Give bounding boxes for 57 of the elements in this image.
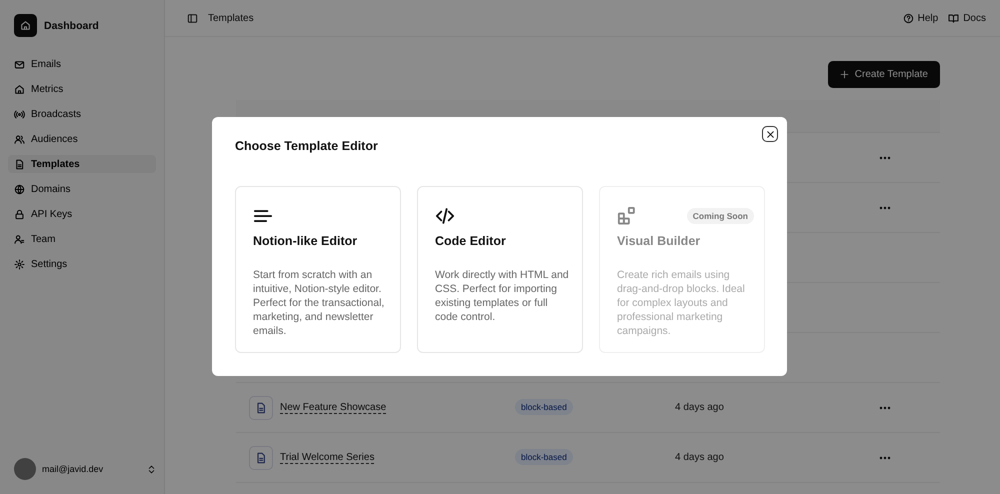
coming-soon-badge: Coming Soon [686,208,754,224]
logo[interactable] [14,14,37,37]
globe-icon [14,184,25,194]
book-icon [948,12,960,24]
template-name[interactable]: Trial Welcome Series [280,452,374,464]
lock-icon [14,208,25,220]
more-icon[interactable] [879,206,891,210]
option-description: Start from scratch with an intuitive, Notion-style editor. Perfect for the transactional, marketing, and newsletter emails. [253,268,386,338]
users-icon [14,134,25,144]
brand-name: Dashboard [44,20,99,32]
house-icon [20,20,31,31]
document-icon [255,452,267,464]
sidebar-toggle-icon[interactable] [187,12,198,24]
avatar [14,458,36,480]
option-title: Notion-like Editor [253,233,358,249]
document-icon [14,158,25,170]
user-icon [14,234,25,244]
code-icon [435,206,455,226]
more-icon[interactable] [879,156,891,160]
envelope-icon [14,58,25,70]
editor-option-card[interactable]: Code Editor Work directly with HTML and CSS. Perfect for importing existing templates or full code control. [417,186,583,353]
blocks-icon [617,206,637,226]
close-button[interactable] [762,126,778,142]
sidebar-item[interactable]: Audiences [8,130,156,148]
more-icon[interactable] [879,456,891,460]
user-email: mail@javid.dev [42,464,104,474]
sidebar-item[interactable]: Templates [8,155,156,173]
sidebar-item[interactable]: Settings [8,255,156,273]
breadcrumb: Templates [208,12,254,24]
created-date: 4 days ago [675,402,725,413]
header-link[interactable]: Help [902,12,938,24]
broadcast-icon [14,108,25,120]
template-name[interactable]: New Feature Showcase [280,402,386,414]
editor-tag: block-based [515,449,573,465]
close-icon [766,130,774,138]
create-template-button[interactable]: Create Template [828,61,940,88]
sidebar-item[interactable]: Domains [8,180,156,198]
house-icon [14,84,25,94]
editor-tag: block-based [515,399,573,415]
help-icon [902,12,914,24]
editor-option-card[interactable]: Notion-like Editor Start from scratch with an intuitive, Notion-style editor. Perfect for the transactional, marketing, and newsletter emails. [235,186,401,353]
more-icon[interactable] [879,406,891,410]
sidebar-item[interactable]: Team [8,230,156,248]
created-date: 4 days ago [675,452,725,463]
dialog-title: Choose Template Editor [235,138,379,154]
chevron-updown-icon[interactable] [147,464,156,474]
sidebar-item[interactable]: Metrics [8,80,156,98]
option-description: Create rich emails using drag-and-drop blocks. Ideal for complex layouts and professional marketing campaigns. [617,268,746,338]
plus-icon [840,70,849,79]
option-title: Visual Builder [617,233,702,249]
sidebar-item[interactable]: Emails [8,55,156,73]
sidebar-item[interactable]: Broadcasts [8,105,156,123]
header-link[interactable]: Docs [948,12,986,24]
document-icon [255,402,267,414]
sidebar-item[interactable]: API Keys [8,205,156,223]
option-description: Work directly with HTML and CSS. Perfect for importing existing templates or full code control. [435,268,570,324]
option-title: Code Editor [435,233,507,249]
